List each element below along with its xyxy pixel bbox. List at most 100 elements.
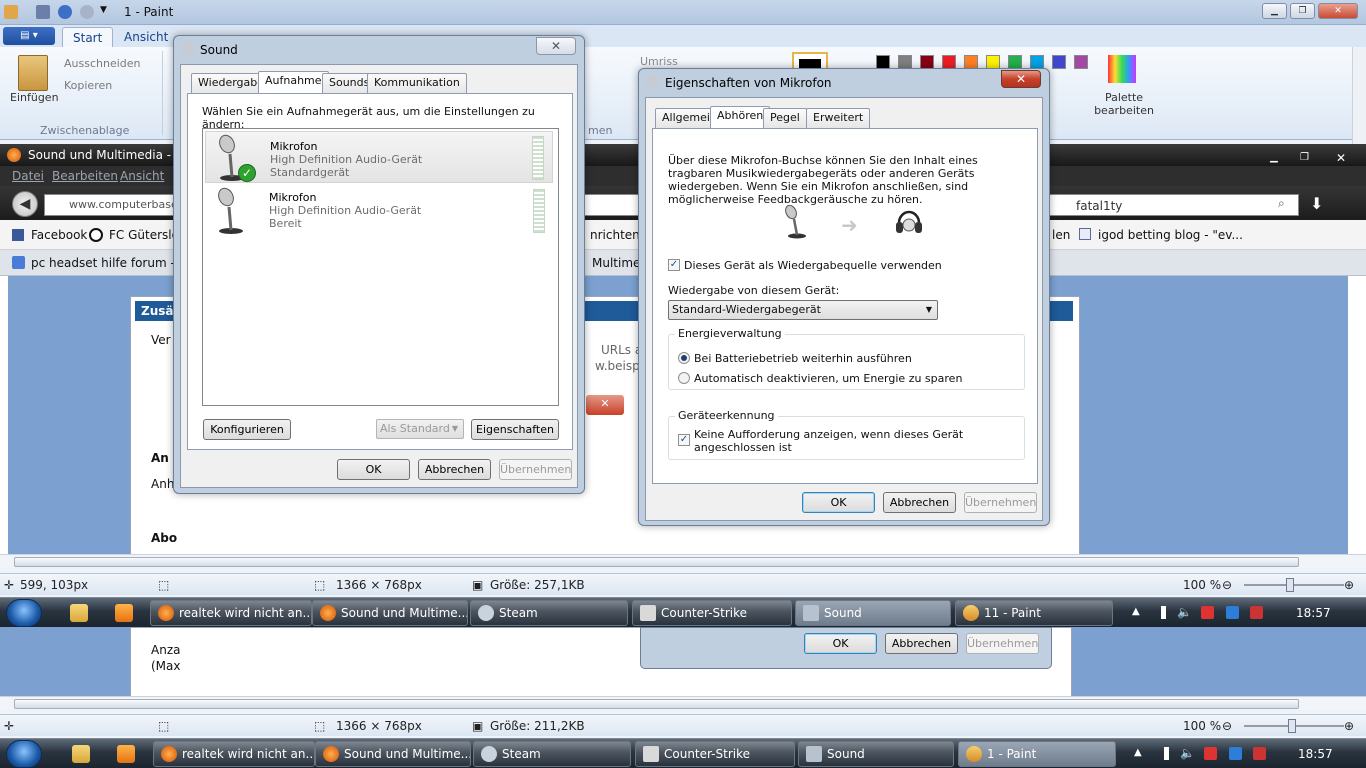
menu-ansicht[interactable]: Ansicht [120,169,164,183]
menu-datei[interactable]: Datei [12,169,44,183]
network-icon[interactable] [1156,747,1169,760]
ghost-close-icon[interactable]: ✕ [586,395,624,415]
radio-keep-running[interactable] [678,352,690,364]
tray-expand-icon[interactable]: ▲ [1132,606,1140,617]
browser-minimize-button[interactable]: ▁ [1270,147,1294,163]
search-field-text[interactable]: fatal1ty [1076,199,1276,213]
palette-color-black[interactable] [876,55,890,69]
taskbar-button-steam[interactable]: Steam [473,741,631,767]
device-item-mikrofon-default[interactable]: ✓ Mikrofon High Definition Audio-Gerät S… [205,131,553,183]
tab-kommunikation[interactable]: Kommunikation [367,73,467,93]
bookmark-fragment-nachrichten[interactable]: nrichten [590,228,640,242]
palette-color-darkred[interactable] [920,55,934,69]
download-arrow-icon[interactable]: ⬇ [1310,194,1323,213]
paint-menu-button[interactable]: ▤ ▾ [3,27,55,45]
scrollbar-thumb[interactable] [14,557,1299,567]
mic-ok-button[interactable]: OK [802,492,875,513]
radio-auto-disable[interactable] [678,372,690,384]
scrollbar-thumb[interactable] [14,699,1299,709]
zoom-out-icon[interactable]: ⊖ [1222,578,1232,592]
safely-remove-icon[interactable] [1253,747,1266,760]
cut-button[interactable]: Ausschneiden [64,57,141,70]
menu-bearbeiten[interactable]: Bearbeiten [52,169,118,183]
volume-icon[interactable]: 🔈 [1177,606,1192,619]
configure-button[interactable]: Konfigurieren [203,419,291,440]
network-icon[interactable] [1153,606,1166,619]
taskbar-clock[interactable]: 18:57 [1296,598,1331,628]
redo-icon[interactable] [80,5,94,19]
taskbar-clock[interactable]: 18:57 [1298,739,1333,768]
listen-checkbox[interactable]: ✓ [668,259,680,271]
minimize-button[interactable]: ▁ [1262,3,1287,19]
browser-close-button[interactable]: ✕ [1336,147,1360,165]
tab-abhoeren[interactable]: Abhören [710,106,771,129]
save-icon[interactable] [36,5,50,19]
tab-ansicht[interactable]: Ansicht [114,27,178,47]
action-center-icon[interactable] [1201,606,1214,619]
horizontal-scrollbar-2[interactable] [0,696,1366,710]
tab-start[interactable]: Start [62,27,114,47]
tab-aufnahme[interactable]: Aufnahme [258,71,329,94]
zoom-in-icon[interactable]: ⊕ [1344,719,1354,733]
taskbar-button-sound[interactable]: Sound [795,600,951,626]
media-player-icon[interactable] [115,604,133,622]
action-center-icon[interactable] [1204,747,1217,760]
volume-icon[interactable]: 🔈 [1180,747,1195,760]
taskbar-button-sound[interactable]: Sound [798,741,954,767]
device-item-mikrofon-ready[interactable]: Mikrofon High Definition Audio-Gerät Ber… [205,185,553,237]
media-player-icon[interactable] [117,745,135,763]
paste-button[interactable]: Einfügen [10,91,59,104]
palette-color-red[interactable] [942,55,956,69]
zoom-slider[interactable] [1244,719,1344,733]
tab-erweitert[interactable]: Erweitert [806,108,871,128]
back-arrow-icon[interactable]: ◀ [12,191,38,217]
taskbar-button-paint[interactable]: 1 - Paint [958,741,1116,767]
ghost-ok-button[interactable]: OK [804,633,877,654]
browser-maximize-button[interactable]: ❐ [1300,147,1324,163]
close-button[interactable]: ✕ [1318,3,1358,19]
dropbox-icon[interactable] [1226,606,1239,619]
qa-dropdown-icon[interactable]: ▼ [100,5,107,15]
device-list[interactable]: ✓ Mikrofon High Definition Audio-Gerät S… [202,128,559,406]
palette-color-gray[interactable] [898,55,912,69]
taskbar-button-realtek[interactable]: realtek wird nicht an... [150,600,312,626]
taskbar-button-sound-multimedia[interactable]: Sound und Multime... [312,600,468,626]
bookmark-fragment-len[interactable]: len [1052,228,1070,242]
edit-palette-icon[interactable] [1108,55,1136,83]
sound-ok-button[interactable]: OK [337,459,410,480]
palette-color-yellow[interactable] [986,55,1000,69]
taskbar-button-paint[interactable]: 11 - Paint [955,600,1113,626]
palette-color-turquoise[interactable] [1030,55,1044,69]
undo-icon[interactable] [58,5,72,19]
mic-properties-close-button[interactable]: ✕ [1001,70,1041,88]
outline-button[interactable]: Umriss [640,55,678,68]
edit-palette-button[interactable]: Palette bearbeiten [1094,91,1154,117]
palette-color-purple[interactable] [1074,55,1088,69]
safely-remove-icon[interactable] [1250,606,1263,619]
paste-icon[interactable] [18,55,48,91]
palette-color-green[interactable] [1008,55,1022,69]
start-orb-icon[interactable] [6,740,42,768]
ghost-cancel-button[interactable]: Abbrechen [885,633,958,654]
search-icon[interactable]: ⌕ [1278,196,1285,211]
bookmark-igod-betting-blog[interactable]: igod betting blog - "ev... [1098,228,1243,242]
tab-pegel[interactable]: Pegel [763,108,807,128]
palette-color-orange[interactable] [964,55,978,69]
taskbar-button-realtek[interactable]: realtek wird nicht an... [153,741,315,767]
sound-close-button[interactable]: ✕ [536,37,576,55]
explorer-icon[interactable] [72,745,90,763]
playback-device-dropdown[interactable]: Standard-Wiedergabegerät ▼ [668,300,938,320]
maximize-button[interactable]: ❐ [1290,3,1315,19]
bookmark-facebook[interactable]: Facebook [31,228,87,242]
taskbar-button-steam[interactable]: Steam [470,600,628,626]
explorer-icon[interactable] [70,604,88,622]
mic-cancel-button[interactable]: Abbrechen [883,492,956,513]
properties-button[interactable]: Eigenschaften [471,419,559,440]
detection-checkbox[interactable]: ✓ [678,434,690,446]
zoom-out-icon[interactable]: ⊖ [1222,719,1232,733]
zoom-in-icon[interactable]: ⊕ [1344,578,1354,592]
paint-app-icon[interactable] [4,5,18,19]
zoom-slider[interactable] [1244,578,1344,592]
tab-pc-headset-hilfe[interactable]: pc headset hilfe forum - Go [31,256,195,270]
palette-color-indigo[interactable] [1052,55,1066,69]
